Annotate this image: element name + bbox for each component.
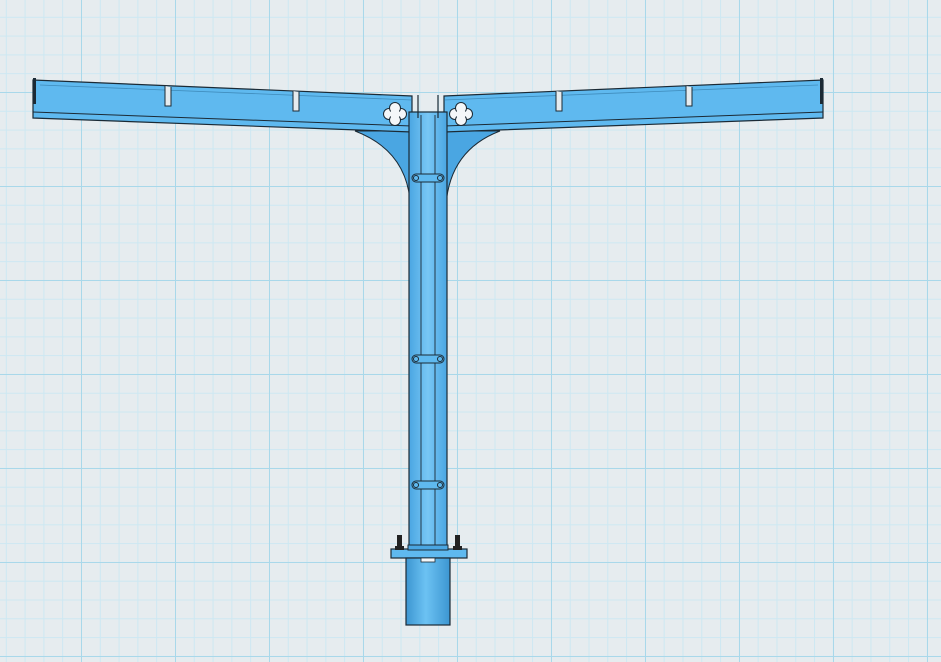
base-cylinder[interactable] xyxy=(405,557,451,626)
right-arm[interactable] xyxy=(443,78,824,133)
left-fillet xyxy=(354,130,411,201)
bracket-icon xyxy=(411,354,445,364)
arm-slot xyxy=(164,86,172,107)
bracket-icon xyxy=(411,480,445,490)
bracket-icon xyxy=(411,173,445,183)
3d-model-t-stand[interactable] xyxy=(0,0,941,662)
arm-slot xyxy=(292,91,300,112)
left-arm[interactable] xyxy=(32,78,413,133)
workplane-grid[interactable] xyxy=(0,0,941,662)
bolt-icon xyxy=(395,535,404,550)
bolt-icon xyxy=(453,535,462,550)
right-fillet xyxy=(445,130,501,206)
arm-slot xyxy=(555,91,563,112)
arm-slot xyxy=(685,86,693,107)
